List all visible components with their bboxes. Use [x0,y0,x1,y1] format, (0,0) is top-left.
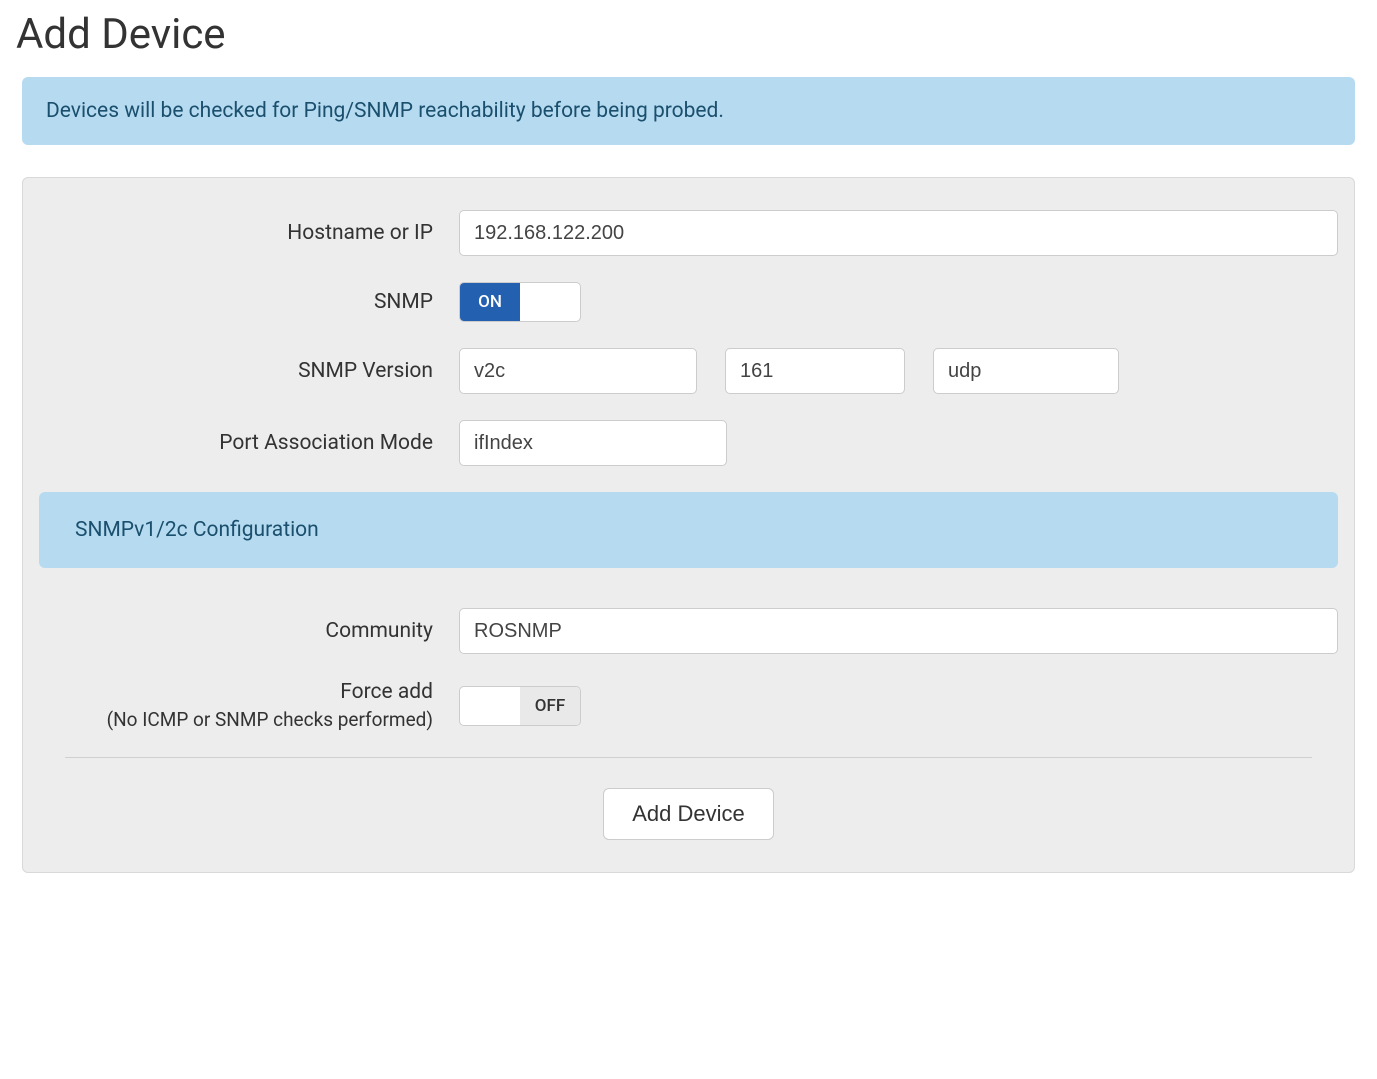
force-add-toggle-on-label [460,687,520,725]
label-port-assoc: Port Association Mode [39,431,459,455]
label-snmp: SNMP [39,290,459,314]
snmp-config-section-header: SNMPv1/2c Configuration [39,492,1338,568]
force-add-toggle[interactable]: OFF [459,686,581,726]
label-force-add-main: Force add [340,680,433,704]
snmp-version-select[interactable]: v2c [459,348,697,394]
force-add-toggle-off-label: OFF [520,687,580,725]
label-hostname: Hostname or IP [39,221,459,245]
row-port-assoc: Port Association Mode ifIndex [39,420,1338,466]
row-snmp: SNMP ON [39,282,1338,322]
snmp-toggle[interactable]: ON [459,282,581,322]
hostname-input[interactable] [459,210,1338,256]
submit-row: Add Device [39,788,1338,840]
label-snmp-version: SNMP Version [39,359,459,383]
snmp-port-input[interactable] [725,348,905,394]
info-banner: Devices will be checked for Ping/SNMP re… [22,77,1355,145]
row-hostname: Hostname or IP [39,210,1338,256]
snmp-transport-select[interactable]: udp [933,348,1119,394]
snmp-toggle-off-label [520,283,580,321]
add-device-button[interactable]: Add Device [603,788,774,840]
label-force-add: Force add (No ICMP or SNMP checks perfor… [39,680,459,731]
label-force-add-sub: (No ICMP or SNMP checks performed) [39,708,433,731]
label-community: Community [39,619,459,643]
row-force-add: Force add (No ICMP or SNMP checks perfor… [39,680,1338,731]
community-input[interactable] [459,608,1338,654]
port-assoc-select[interactable]: ifIndex [459,420,727,466]
page-title: Add Device [16,10,1367,59]
form-panel: Hostname or IP SNMP ON SNMP Version v2c … [22,177,1355,873]
snmp-toggle-on-label: ON [460,283,520,321]
row-community: Community [39,608,1338,654]
row-snmp-version: SNMP Version v2c udp [39,348,1338,394]
divider [65,757,1312,758]
